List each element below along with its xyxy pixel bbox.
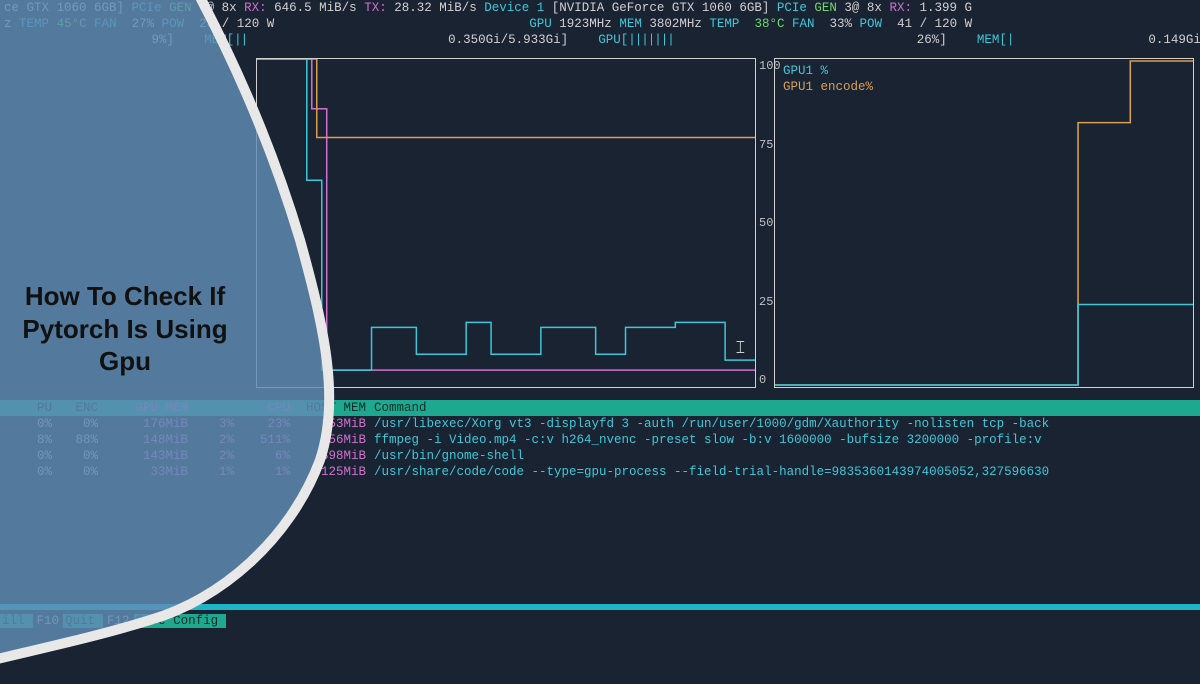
text-cursor-icon: 𝙸 <box>734 338 747 359</box>
overlay-title: How To Check If Pytorch Is Using Gpu <box>0 280 250 378</box>
gpu1-chart: GPU1 % GPU1 encode% <box>774 58 1194 388</box>
